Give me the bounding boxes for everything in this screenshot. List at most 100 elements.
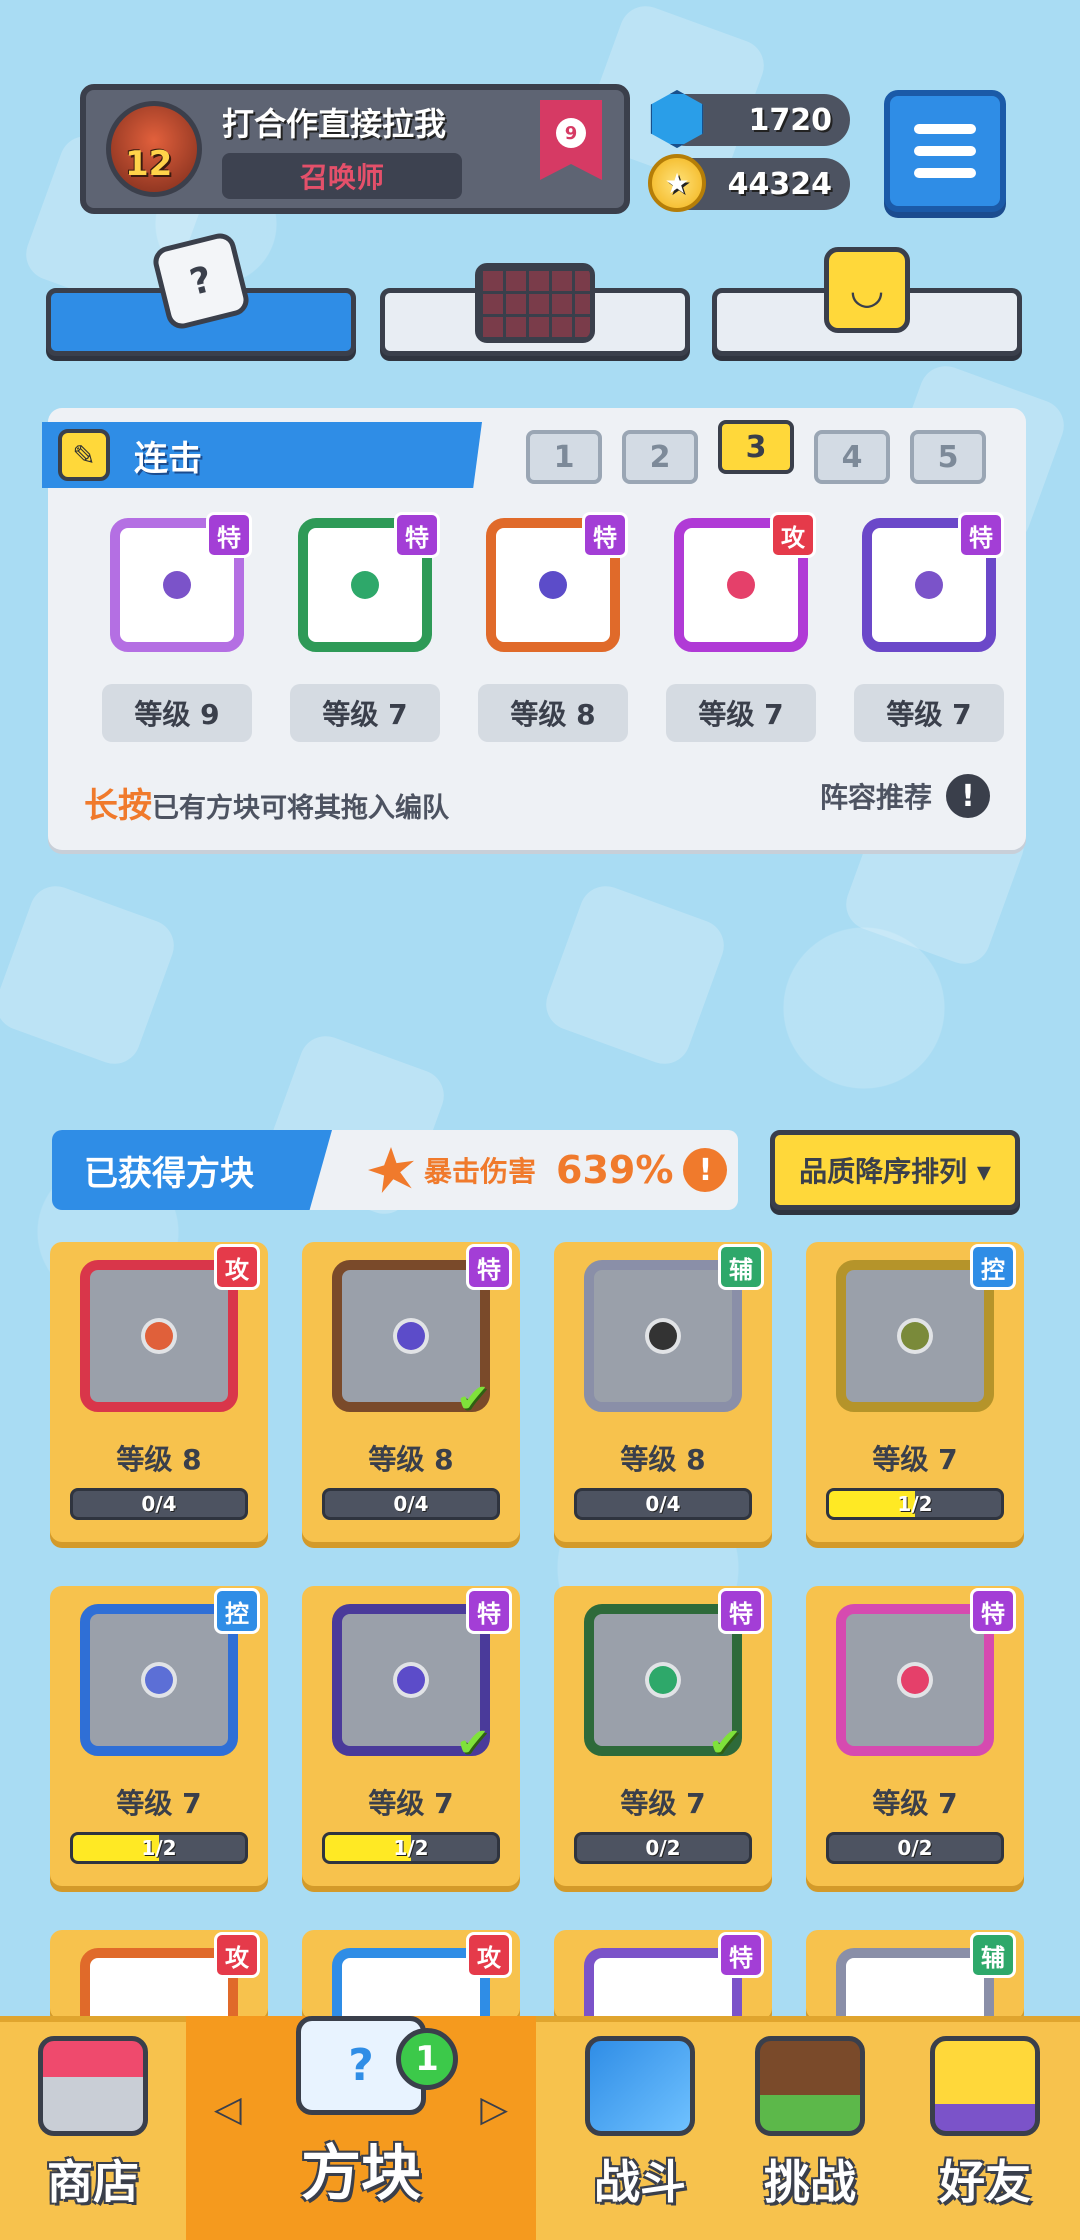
deck-die-slot[interactable]: 特: [478, 510, 628, 660]
die-art: 特: [570, 1930, 764, 2060]
shield-sword-icon: [585, 2036, 695, 2136]
owned-die-card[interactable]: 特 ✔ 等级 7 1/2: [302, 1586, 520, 1886]
menu-button[interactable]: [884, 90, 1006, 212]
sort-dropdown[interactable]: 品质降序排列 ▾: [770, 1130, 1020, 1210]
die-type-badge: 控: [214, 1588, 260, 1634]
die-type-badge: 攻: [466, 1932, 512, 1978]
recommend-label: 阵容推荐: [819, 781, 932, 814]
nav-challenge[interactable]: 挑战: [730, 2016, 890, 2240]
owned-die-card[interactable]: 攻等级 8 0/4: [50, 1242, 268, 1542]
owned-die-card[interactable]: 辅: [806, 1930, 1024, 2060]
die-level: 等级 7: [368, 1787, 454, 1820]
arrow-right-icon[interactable]: ▷: [480, 2089, 508, 2130]
die-level: 等级 7: [872, 1443, 958, 1476]
coin-icon: ★: [648, 154, 706, 212]
deck-die-slot[interactable]: 特: [290, 510, 440, 660]
crit-damage-info[interactable]: 暴击伤害 639% !: [368, 1130, 728, 1210]
deck-die-level: 等级 7: [666, 684, 816, 742]
nav-friends[interactable]: 好友: [900, 2016, 1070, 2240]
friend-character-icon: [930, 2036, 1040, 2136]
deck-die-level: 等级 7: [290, 684, 440, 742]
tab-emote[interactable]: ◡: [712, 247, 1022, 356]
gem-counter[interactable]: 1720: [650, 90, 850, 148]
owned-die-card[interactable]: 辅等级 8 0/4: [554, 1242, 772, 1542]
deck-slot-button[interactable]: 4: [814, 430, 890, 484]
pencil-icon[interactable]: ✎: [58, 429, 110, 481]
player-profile[interactable]: 12 打合作直接拉我 召唤师 9: [80, 84, 630, 214]
nav-friends-label: 好友: [939, 2155, 1031, 2209]
upgrade-progress-text: 1/2: [393, 1836, 429, 1860]
die-art: 特 ✔: [318, 1242, 512, 1422]
die-type-badge: 特: [582, 512, 628, 558]
die-type-badge: 特: [970, 1588, 1016, 1634]
owned-die-card[interactable]: 特 ✔ 等级 8 0/4: [302, 1242, 520, 1542]
arrow-left-icon[interactable]: ◁: [214, 2089, 242, 2130]
gem-amount: 1720: [748, 102, 833, 138]
exclamation-icon: !: [683, 1148, 728, 1192]
crit-label: 暴击伤害: [424, 1155, 537, 1188]
owned-die-card[interactable]: 特: [554, 1930, 772, 2060]
player-name: 打合作直接拉我: [222, 105, 447, 143]
die-level: 等级 7: [872, 1787, 958, 1820]
die-art: 辅: [570, 1242, 764, 1422]
upgrade-progress-bar: 0/2: [574, 1832, 752, 1864]
die-art: 攻: [66, 1930, 260, 2060]
die-type-badge: 特: [206, 512, 252, 558]
die-type-badge: 特: [394, 512, 440, 558]
deck-slot-button[interactable]: 1: [526, 430, 602, 484]
gold-amount: 44324: [727, 166, 832, 202]
die-art: 攻: [66, 1242, 260, 1422]
owned-header: 已获得方块 暴击伤害 639% !: [52, 1130, 738, 1210]
nav-battle[interactable]: 战斗: [560, 2016, 720, 2240]
owned-die-card[interactable]: 控等级 7 1/2: [50, 1586, 268, 1886]
owned-die-card[interactable]: 攻: [50, 1930, 268, 2060]
upgrade-progress-bar: 1/2: [70, 1832, 248, 1864]
deck-slot-button-active[interactable]: 3: [718, 420, 794, 474]
upgrade-progress-text: 1/2: [141, 1836, 177, 1860]
owned-die-card[interactable]: 攻: [302, 1930, 520, 2060]
die-type-badge: 特: [718, 1932, 764, 1978]
deck-slot-button[interactable]: 2: [622, 430, 698, 484]
upgrade-progress-bar: 0/4: [322, 1488, 500, 1520]
owned-die-card[interactable]: 特等级 7 0/2: [806, 1586, 1024, 1886]
nav-blocks[interactable]: ? 方块 ◁ ▷ 1: [186, 2016, 536, 2240]
owned-die-card[interactable]: 特 ✔ 等级 7 0/2: [554, 1586, 772, 1886]
deck-panel: ✎ 连击 1 2 3 4 5 长按已有方块可将其拖入编队 阵容推荐 ! 特等级 …: [42, 408, 1026, 850]
deck-die-slot[interactable]: 特: [102, 510, 252, 660]
die-art: 控: [822, 1242, 1016, 1422]
rank-number: 9: [556, 118, 586, 148]
deck-die-level: 等级 7: [854, 684, 1004, 742]
upgrade-progress-text: 0/2: [645, 1836, 681, 1860]
rank-ribbon-icon: 9: [540, 100, 602, 180]
owned-die-card[interactable]: 控等级 7 1/2: [806, 1242, 1024, 1542]
die-level: 等级 8: [368, 1443, 454, 1476]
deck-die-slot[interactable]: 攻: [666, 510, 816, 660]
die-art: 辅: [822, 1930, 1016, 2060]
nav-shop-label: 商店: [47, 2155, 139, 2209]
deck-slot-button[interactable]: 5: [910, 430, 986, 484]
lineup-recommend-button[interactable]: 阵容推荐 !: [820, 774, 990, 818]
die-art: 特: [822, 1586, 1016, 1766]
nav-battle-label: 战斗: [594, 2155, 686, 2209]
checkmark-icon: ✔: [708, 1720, 742, 1766]
player-name-block: 打合作直接拉我 召唤师: [222, 99, 462, 199]
crit-value: 639%: [556, 1148, 674, 1192]
deck-hint-strong: 长按: [84, 786, 152, 826]
die-type-badge: 特: [958, 512, 1004, 558]
gold-counter[interactable]: ★ 44324: [648, 154, 850, 212]
deck-title: 连击: [134, 438, 202, 479]
upgrade-progress-text: 0/2: [897, 1836, 933, 1860]
tab-board[interactable]: [380, 263, 690, 356]
shop-icon: [38, 2036, 148, 2136]
deck-slot-selector: 1 2 3 4 5: [526, 420, 986, 484]
signboard-icon: [755, 2036, 865, 2136]
die-type-badge: 特: [466, 1588, 512, 1634]
deck-die-slot[interactable]: 特: [854, 510, 1004, 660]
nav-challenge-label: 挑战: [764, 2155, 856, 2209]
checkmark-icon: ✔: [456, 1720, 490, 1766]
dice-icon: ?: [150, 230, 252, 332]
upgrade-progress-text: 0/4: [393, 1492, 429, 1516]
nav-shop[interactable]: 商店: [0, 2016, 186, 2240]
tab-dice[interactable]: ?: [46, 230, 356, 356]
burst-icon: [368, 1147, 414, 1193]
